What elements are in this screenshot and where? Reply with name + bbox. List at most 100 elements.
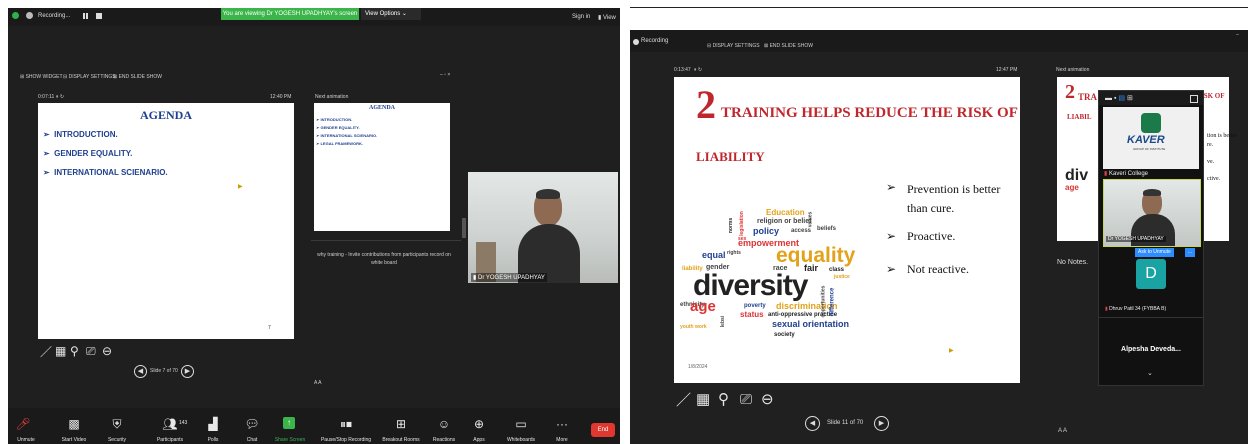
ask-to-unmute-button[interactable]: Ask to Unmute bbox=[1135, 248, 1174, 257]
sign-in-link[interactable]: Sign in bbox=[572, 14, 590, 20]
wordcloud-word: lebsi bbox=[720, 315, 727, 328]
record-icon bbox=[633, 39, 639, 45]
subtitle-icon[interactable]: ⎚ bbox=[86, 345, 96, 357]
notes-font-controls[interactable]: A A bbox=[1058, 428, 1067, 434]
pause-stop-recording-label[interactable]: Pause/Stop Recording bbox=[321, 437, 371, 443]
breakout-rooms-label[interactable]: Breakout Rooms bbox=[382, 437, 419, 443]
zoom-meeting-window-left: Recording... You are viewing Dr YOGESH U… bbox=[8, 8, 620, 444]
timer-pause-icon[interactable]: ⏸ ↻ bbox=[56, 94, 64, 100]
more-options-icon[interactable]: ⊖ bbox=[102, 345, 112, 357]
apps-label[interactable]: Apps bbox=[473, 437, 484, 443]
end-slide-show-button[interactable]: ⊠ END SLIDE SHOW bbox=[113, 74, 162, 80]
gallery-view-icon[interactable]: ▤ bbox=[1118, 95, 1125, 102]
security-icon[interactable]: ⛨ bbox=[112, 418, 121, 430]
chat-label[interactable]: Chat bbox=[247, 437, 258, 443]
zoom-icon[interactable]: ⚲ bbox=[70, 345, 79, 357]
previous-slide-button[interactable]: ◀ bbox=[134, 365, 147, 378]
subtitle-icon[interactable]: ⎚ bbox=[740, 392, 752, 407]
notes-divider bbox=[311, 240, 461, 241]
signal-icon: ▮ bbox=[473, 275, 477, 281]
wordcloud-word: equal bbox=[702, 250, 726, 260]
participants-label[interactable]: Participants bbox=[157, 437, 183, 443]
polls-icon[interactable]: ▟ bbox=[208, 418, 217, 430]
chat-icon[interactable]: 💬︎ bbox=[244, 418, 259, 430]
view-button[interactable]: ▮ View bbox=[598, 14, 616, 21]
display-settings-button[interactable]: ⊟ DISPLAY SETTINGS bbox=[707, 43, 760, 49]
floating-video-gallery[interactable]: ▬ ▪ ▤ ⊞ KAVER GROUP OF INSTITUTE ▮ Kaver… bbox=[1098, 90, 1204, 386]
display-settings-button[interactable]: ⊟ DISPLAY SETTINGS bbox=[63, 74, 116, 80]
participants-icon[interactable]: 👥︎ bbox=[162, 418, 177, 430]
wordcloud-word: beliefs bbox=[817, 226, 837, 232]
college-name-tag: ▮ Kaveri College bbox=[1104, 170, 1148, 177]
breakout-rooms-icon[interactable]: ⊞ bbox=[396, 418, 406, 430]
slide-bullet: ➢ bbox=[886, 180, 897, 194]
participants-count: 143 bbox=[179, 420, 188, 426]
window-controls[interactable]: – bbox=[1236, 32, 1239, 38]
whiteboards-label[interactable]: Whiteboards bbox=[507, 437, 535, 443]
view-options-button[interactable]: View Options ⌄ bbox=[361, 8, 421, 20]
person-hair bbox=[536, 189, 560, 199]
slides-grid-icon[interactable]: ▦ bbox=[55, 345, 66, 357]
whiteboards-icon[interactable]: ▭ bbox=[515, 418, 526, 430]
show-widget-button[interactable]: ⊞ SHOW WIDGET bbox=[20, 74, 63, 80]
view-label: View bbox=[602, 15, 616, 21]
end-slide-show-button[interactable]: ⊠ END SLIDE SHOW bbox=[764, 43, 813, 49]
pause-stop-recording-icon[interactable]: ⏸⏹ bbox=[340, 418, 352, 430]
next-slide-title: AGENDA bbox=[368, 105, 395, 111]
scrollbar[interactable] bbox=[462, 218, 466, 238]
security-label[interactable]: Security bbox=[108, 437, 126, 443]
college-video-tile[interactable]: KAVER GROUP OF INSTITUTE bbox=[1103, 107, 1199, 169]
share-screen-icon[interactable]: ↑ bbox=[283, 417, 295, 429]
wordcloud-word: rights bbox=[727, 250, 741, 256]
next-slide-preview[interactable]: AGENDA ➢ INTRODUCTION. ➢ GENDER EQUALITY… bbox=[314, 103, 450, 231]
gallery-controls[interactable]: ▬ ▪ ▤ ⊞ bbox=[1105, 94, 1133, 102]
start-video-label[interactable]: Start Video bbox=[62, 437, 87, 443]
teacher-name-tag: Dr YOGESH UPADHYAY bbox=[1106, 236, 1166, 242]
shield-icon bbox=[12, 12, 19, 19]
video-off-icon[interactable]: ▩ bbox=[68, 418, 79, 430]
pen-icon[interactable]: ／ bbox=[40, 346, 52, 358]
agenda-item-text: GENDER EQUALITY. bbox=[54, 149, 133, 158]
word-cloud: Education religion or belief policy acce… bbox=[678, 207, 863, 339]
end-button[interactable]: End bbox=[591, 423, 615, 437]
next-slide-wordcloud: age bbox=[1065, 183, 1079, 192]
wordcloud-word: sex bbox=[738, 236, 747, 242]
expand-icon[interactable] bbox=[1190, 95, 1198, 103]
tile-divider bbox=[1099, 317, 1203, 318]
next-agenda-item: ➢ LEGAL FRAMEWORK. bbox=[316, 141, 364, 146]
speaker-notes: No Notes. bbox=[1057, 259, 1089, 266]
more-options-button[interactable]: ... bbox=[1185, 248, 1195, 257]
unmute-label[interactable]: Unmute bbox=[17, 437, 35, 443]
stop-icon[interactable] bbox=[96, 13, 102, 19]
more-label[interactable]: More bbox=[556, 437, 567, 443]
dhruv-name-tag: ▮ Dhruv Patil 34 (FYBBA B) bbox=[1105, 306, 1166, 312]
next-slide-button[interactable]: ▶ bbox=[181, 365, 194, 378]
reactions-icon[interactable]: ☺ bbox=[438, 418, 450, 430]
window-controls[interactable]: – ▫ × bbox=[440, 72, 450, 78]
slide-bullet-text: Not reactive. bbox=[907, 262, 969, 276]
reactions-label[interactable]: Reactions bbox=[433, 437, 455, 443]
notes-font-controls[interactable]: A A bbox=[314, 380, 322, 386]
pause-icon[interactable] bbox=[83, 13, 89, 19]
recording-label[interactable]: Recording bbox=[641, 38, 668, 44]
zoom-icon[interactable]: ⚲ bbox=[718, 392, 729, 407]
timer-pause-icon[interactable]: ⏸ ↻ bbox=[694, 67, 702, 73]
more-icon[interactable]: ··· bbox=[556, 418, 568, 430]
mouse-cursor-icon: ▶ bbox=[238, 184, 243, 190]
mic-muted-icon: ▮ bbox=[1104, 171, 1108, 177]
polls-label[interactable]: Polls bbox=[208, 437, 219, 443]
chevron-down-icon[interactable]: ⌄ bbox=[1147, 369, 1153, 377]
share-screen-label[interactable]: Share Screen bbox=[275, 437, 306, 443]
more-options-icon[interactable]: ⊖ bbox=[761, 392, 774, 407]
participant-video[interactable]: ▮ Dr YOGESH UPADHYAY bbox=[468, 172, 618, 283]
chevron-right-icon: ▶ bbox=[184, 368, 191, 375]
previous-slide-button[interactable]: ◀ bbox=[805, 416, 820, 431]
teacher-video-tile[interactable]: Dr YOGESH UPADHYAY bbox=[1103, 179, 1201, 247]
clock: 12:47 PM bbox=[996, 67, 1018, 73]
next-slide-button[interactable]: ▶ bbox=[874, 416, 889, 431]
pen-icon[interactable]: ／ bbox=[676, 393, 691, 408]
apps-icon[interactable]: ⊕ bbox=[474, 418, 484, 430]
recording-label[interactable]: Recording... bbox=[38, 13, 70, 19]
mic-muted-icon[interactable]: 🎤︎ bbox=[15, 418, 30, 430]
slides-grid-icon[interactable]: ▦ bbox=[696, 392, 710, 407]
